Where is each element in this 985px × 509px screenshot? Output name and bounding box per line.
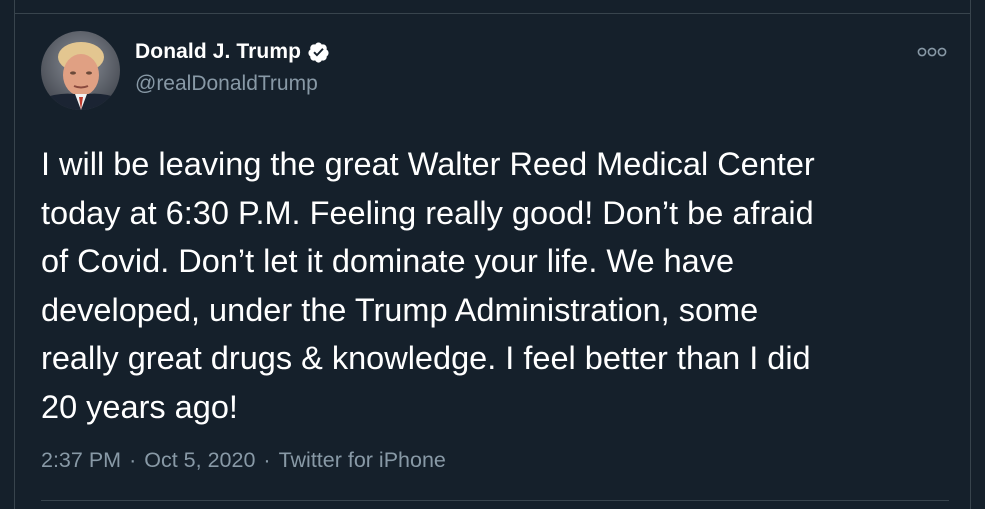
tweet-text-line: today at 6:30 P.M. Feeling really good! …: [41, 194, 814, 231]
divider: [41, 500, 949, 501]
metadata-separator: ·: [263, 448, 271, 472]
tweet-text-line: 20 years ago!: [41, 388, 238, 425]
metadata-separator: ·: [129, 448, 137, 472]
tweet-text-line: of Covid. Don’t let it dominate your lif…: [41, 243, 735, 279]
author-name-row: Donald J. Trump: [135, 40, 330, 64]
avatar[interactable]: [41, 31, 120, 110]
tweet-time[interactable]: 2:37 PM: [41, 448, 121, 473]
profile-photo: [41, 31, 120, 110]
previous-card-edge: [14, 0, 971, 14]
tweet-card: Donald J. Trump @realDonaldTrump I will …: [0, 0, 985, 509]
tweet-text-line: I will be leaving the great Walter Reed …: [41, 146, 815, 182]
tweet-source[interactable]: Twitter for iPhone: [279, 448, 446, 473]
tweet-date[interactable]: Oct 5, 2020: [144, 448, 255, 473]
tweet-text: I will be leaving the great Walter Reed …: [41, 140, 951, 431]
tweet-text-line: developed, under the Trump Administratio…: [41, 291, 759, 328]
author-handle[interactable]: @realDonaldTrump: [135, 72, 318, 96]
card-left-border: [14, 13, 15, 509]
card-right-border: [970, 13, 971, 509]
more-options-icon[interactable]: [917, 44, 947, 60]
tweet-text-line: really great drugs & knowledge. I feel b…: [41, 340, 811, 376]
tweet-metadata: 2:37 PM · Oct 5, 2020 · Twitter for iPho…: [41, 448, 446, 473]
verified-badge-icon: [307, 41, 330, 64]
author-display-name[interactable]: Donald J. Trump: [135, 40, 301, 64]
